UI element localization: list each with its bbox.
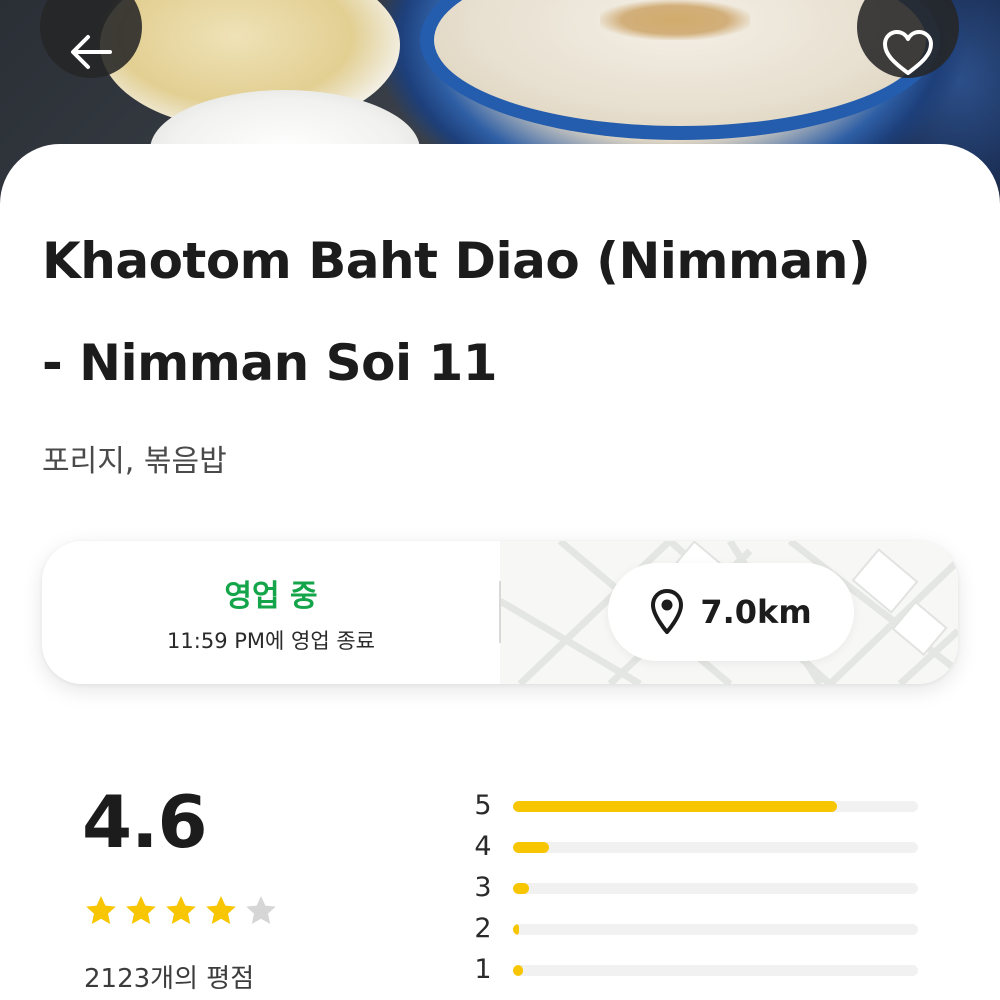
closing-time: 11:59 PM에 영업 종료 <box>167 629 375 653</box>
arrow-left-icon <box>71 35 112 69</box>
rating-bar-fill <box>513 924 520 935</box>
rating-bar-fill <box>513 883 530 894</box>
restaurant-name-line-2: - Nimman Soi 11 <box>42 334 498 392</box>
rating-bar-track <box>513 965 918 976</box>
rating-bar-row: 5 <box>470 788 930 828</box>
star-filled-icon <box>86 896 116 924</box>
rating-bar-row: 4 <box>470 829 930 869</box>
star-empty-icon <box>246 896 276 924</box>
restaurant-name: Khaotom Baht Diao (Nimman) - Nimman Soi 1… <box>42 210 972 414</box>
rating-bar-track <box>513 801 918 812</box>
rating-bar-fill <box>513 965 524 976</box>
rating-bar-label: 2 <box>474 913 492 944</box>
rating-bar-label: 4 <box>474 831 492 862</box>
garlic-topping-photo <box>600 0 750 40</box>
card-divider <box>499 581 501 643</box>
star-filled-icon <box>126 896 156 924</box>
rating-bar-row: 2 <box>470 911 930 951</box>
distance-value: 7.0km <box>700 593 812 631</box>
rating-bar-fill <box>513 801 837 812</box>
rating-bar-label: 5 <box>474 790 492 821</box>
rating-bar-track <box>513 924 918 935</box>
location-pin-icon <box>651 589 684 634</box>
rating-score: 4.6 <box>82 780 208 864</box>
rating-count[interactable]: 2123개의 평점 <box>84 958 254 995</box>
rating-bar-row: 3 <box>470 870 930 910</box>
rating-bar-label: 3 <box>474 872 492 903</box>
rating-bar-row: 1 <box>470 952 930 992</box>
rating-bar-label: 1 <box>474 954 492 985</box>
rating-bar-fill <box>513 842 550 853</box>
rating-bar-track <box>513 883 918 894</box>
rating-bar-track <box>513 842 918 853</box>
open-status: 영업 중 <box>224 579 318 614</box>
status-distance-card[interactable]: 영업 중 11:59 PM에 영업 종료 7.0km <box>42 541 958 684</box>
restaurant-name-line-1: Khaotom Baht Diao (Nimman) <box>42 232 871 290</box>
cuisine-tags: 포리지, 볶음밥 <box>42 444 227 479</box>
star-filled-icon <box>206 896 236 924</box>
distance-pill[interactable]: 7.0km <box>608 563 854 661</box>
rating-stars <box>84 894 278 928</box>
heart-icon <box>883 30 933 75</box>
restaurant-detail-page: Khaotom Baht Diao (Nimman) - Nimman Soi 1… <box>0 0 1000 1000</box>
star-filled-icon <box>166 896 196 924</box>
